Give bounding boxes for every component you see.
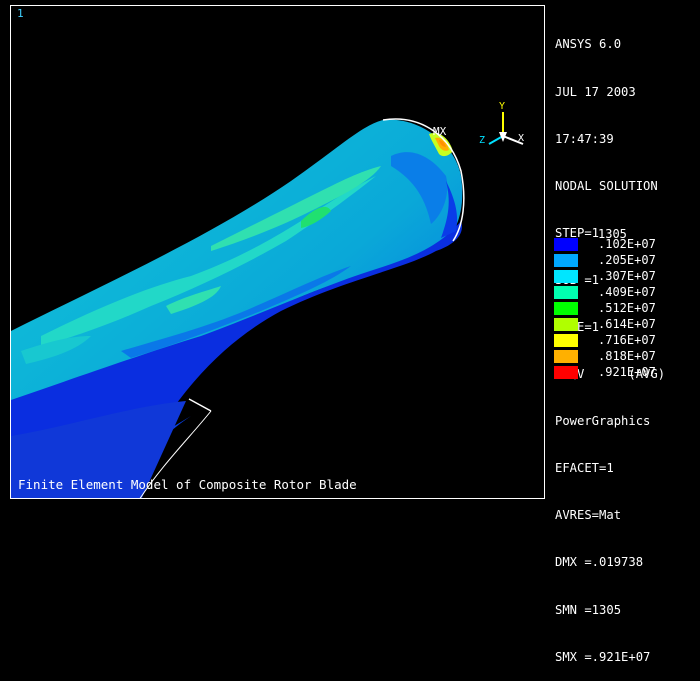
info-line: EFACET=1 [555,461,614,476]
info-line: NODAL SOLUTION [555,178,658,193]
legend-label: .512E+07 [598,301,656,315]
triad-y-label: Y [499,101,506,112]
legend-swatch [554,318,578,331]
info-line: 17:47:39 [555,131,614,146]
info-line: SMN =1305 [555,602,622,617]
triad-z-label: Z [479,135,486,146]
legend-swatch [554,302,578,315]
legend-label: .307E+07 [598,269,656,283]
max-marker: MX [433,125,447,138]
info-line: JUL 17 2003 [555,84,636,99]
legend-label: .716E+07 [598,333,656,347]
info-line: PowerGraphics [555,414,651,429]
graphics-viewport[interactable]: 1 MX Y Z X Finite Element Model of Compo… [10,5,545,499]
legend-swatch [554,254,578,267]
rotor-blade-model [11,112,524,498]
legend-label: .102E+07 [598,237,656,251]
triad-x-label: X [518,133,525,144]
legend-swatch [554,334,578,347]
legend-swatch [554,366,578,379]
plot-caption: Finite Element Model of Composite Rotor … [18,477,357,492]
legend-swatch [554,286,578,299]
info-line: AVRES=Mat [555,508,622,523]
legend-swatch [554,238,578,251]
legend-label: .921E+07 [598,365,656,379]
info-line: DMX =.019738 [555,555,644,570]
legend-label: .614E+07 [598,317,656,331]
legend-swatch [554,270,578,283]
legend-label: .818E+07 [598,349,656,363]
info-line: SMX =.921E+07 [555,649,651,664]
legend-swatch [554,350,578,363]
info-line: ANSYS 6.0 [555,37,622,52]
legend-label: .205E+07 [598,253,656,267]
legend-label: .409E+07 [598,285,656,299]
